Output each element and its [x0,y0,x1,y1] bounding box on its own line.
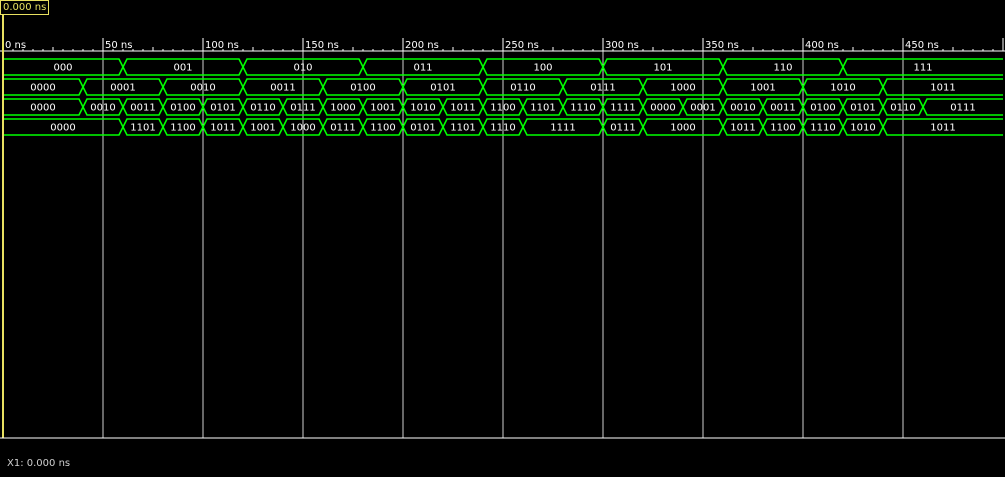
waveform-view[interactable]: 0 ns 50 ns 100 ns 150 ns 200 ns 250 ns 300 ns 3… [0,0,1005,477]
bus-value-label: 0011 [770,103,795,114]
bus-value-label: 0101 [210,103,235,114]
time-tick-label: 300 ns [605,40,639,51]
bus-value-label: 1011 [930,83,955,94]
time-tick-label: 350 ns [705,40,739,51]
bus-value-label: 0110 [250,103,275,114]
bus-value-label: 000 [53,63,72,74]
time-tick-label: 100 ns [205,40,239,51]
bus-value-label: 1001 [750,83,775,94]
cursor-time-label[interactable]: 0.000 ns [0,0,50,15]
time-tick-label: 50 ns [105,40,132,51]
time-ruler[interactable]: 0 ns 50 ns 100 ns 150 ns 200 ns 250 ns 300 ns 3… [0,38,1005,52]
bus-value-label: 0011 [130,103,155,114]
bus-value-label: 1101 [450,123,475,134]
bus-value-label: 1000 [290,123,315,134]
bus-value-label: 1000 [670,123,695,134]
bus-value-label: 1101 [130,123,155,134]
bus-value-label: 1011 [730,123,755,134]
bus-value-label: 001 [173,63,192,74]
bus-value-label: 1011 [450,103,475,114]
bus-value-label: 0111 [590,83,615,94]
bus-value-label: 0010 [190,83,215,94]
bus-value-label: 1011 [210,123,235,134]
bus-value-label: 0101 [410,123,435,134]
bus-value-label: 1001 [370,103,395,114]
bus-value-label: 1000 [330,103,355,114]
bus-value-label: 1110 [570,103,595,114]
bus-value-label: 110 [773,63,792,74]
time-tick-label: 450 ns [905,40,939,51]
bus-value-label: 1111 [610,103,635,114]
bus-value-label: 0111 [950,103,975,114]
bus-value-label: 0000 [50,123,75,134]
bus-value-label: 0110 [510,83,535,94]
bus-value-label: 1000 [670,83,695,94]
bus-value-label: 0000 [650,103,675,114]
bus-value-label: 0111 [290,103,315,114]
bus-value-label: 1010 [410,103,435,114]
bus-value-label: 1110 [810,123,835,134]
bus-value-label: 0000 [30,103,55,114]
bus-value-label: 1011 [930,123,955,134]
bus-value-label: 0100 [170,103,195,114]
cursor-status-readout: X1: 0.000 ns [7,458,71,469]
time-tick-label: 400 ns [805,40,839,51]
bus-value-label: 0101 [430,83,455,94]
bus-value-label: 0010 [90,103,115,114]
bus-value-label: 010 [293,63,312,74]
bus-value-label: 0000 [30,83,55,94]
time-tick-label: 250 ns [505,40,539,51]
bus-value-label: 1001 [250,123,275,134]
bus-value-label: 0001 [110,83,135,94]
bus-value-label: 011 [413,63,432,74]
bus-value-label: 0001 [690,103,715,114]
bus-value-label: 100 [533,63,552,74]
bus-value-label: 111 [913,63,932,74]
bus-value-label: 0111 [610,123,635,134]
bus-value-label: 0110 [890,103,915,114]
bus-value-label: 1110 [490,123,515,134]
bus-value-label: 1100 [370,123,395,134]
bus-value-label: 1100 [770,123,795,134]
time-tick-label: 150 ns [305,40,339,51]
bus-value-label: 0111 [330,123,355,134]
bus-value-label: 1010 [830,83,855,94]
bus-value-label: 1100 [170,123,195,134]
bus-value-label: 1100 [490,103,515,114]
bus-value-label: 1111 [550,123,575,134]
bus-value-label: 0100 [810,103,835,114]
bus-value-label: 1010 [850,123,875,134]
bus-value-label: 0100 [350,83,375,94]
bus-value-label: 0101 [850,103,875,114]
bus-value-label: 101 [653,63,672,74]
time-tick-label: 200 ns [405,40,439,51]
bus-value-label: 0011 [270,83,295,94]
bus-value-label: 1101 [530,103,555,114]
bus-value-label: 0010 [730,103,755,114]
